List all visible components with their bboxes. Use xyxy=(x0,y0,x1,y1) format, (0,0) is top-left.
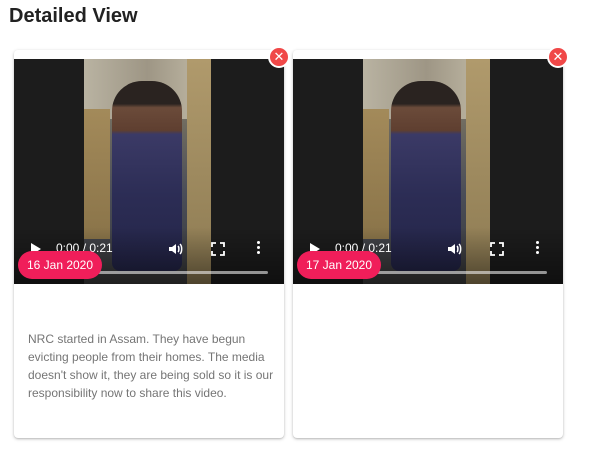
fullscreen-icon[interactable] xyxy=(490,242,504,256)
volume-icon[interactable] xyxy=(446,241,462,257)
video-player[interactable]: 0:00 / 0:21 17 Jan 2020 xyxy=(293,59,563,284)
close-icon[interactable]: ✕ xyxy=(547,46,569,68)
volume-icon[interactable] xyxy=(167,241,183,257)
video-player[interactable]: 0:00 / 0:21 16 Jan 2020 xyxy=(14,59,284,284)
card-description: NRC started in Assam. They have begun ev… xyxy=(28,332,274,400)
date-badge: 16 Jan 2020 xyxy=(18,251,102,279)
media-card: ✕ 0:00 / 0:21 16 Jan 2020 NRC started in… xyxy=(14,46,290,438)
media-card: ✕ 0:00 / 0:21 17 Jan 2020 xyxy=(293,46,569,438)
progress-bar[interactable] xyxy=(377,271,547,274)
progress-bar[interactable] xyxy=(98,271,268,274)
page-title: Detailed View xyxy=(9,5,138,27)
close-icon[interactable]: ✕ xyxy=(268,46,290,68)
fullscreen-icon[interactable] xyxy=(211,242,225,256)
more-options-icon[interactable] xyxy=(257,241,261,257)
more-options-icon[interactable] xyxy=(536,241,540,257)
date-badge: 17 Jan 2020 xyxy=(297,251,381,279)
